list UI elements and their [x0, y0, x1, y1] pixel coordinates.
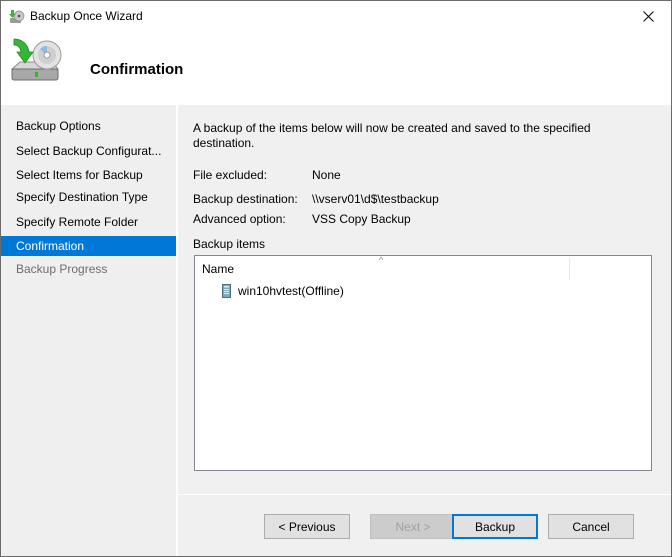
column-header-label: Name: [202, 262, 235, 276]
virtual-machine-icon: [222, 284, 231, 298]
column-header-name[interactable]: ^ Name: [195, 255, 569, 280]
wizard-window: Backup Once Wizard Confirmation Backup O…: [0, 0, 672, 557]
advanced-option-value: VSS Copy Backup: [312, 212, 411, 226]
window-title: Backup Once Wizard: [30, 9, 143, 23]
list-item[interactable]: win10hvtest(Offline): [222, 282, 344, 300]
backup-button[interactable]: Backup: [452, 514, 538, 539]
page-title: Confirmation: [90, 61, 184, 78]
wizard-footer: < Previous Next > Backup Cancel: [178, 495, 671, 556]
step-backup-options[interactable]: Backup Options: [1, 116, 176, 136]
previous-button[interactable]: < Previous: [264, 514, 350, 539]
backup-destination-label: Backup destination:: [193, 192, 298, 206]
wizard-steps-sidebar: Backup Options Select Backup Configurat.…: [1, 105, 176, 556]
close-icon: [642, 11, 654, 22]
title-bar: Backup Once Wizard: [1, 1, 671, 32]
file-excluded-value: None: [312, 168, 341, 182]
cancel-button[interactable]: Cancel: [548, 514, 634, 539]
backup-destination-value: \\vserv01\d$\testbackup: [312, 192, 439, 206]
step-specify-remote-folder[interactable]: Specify Remote Folder: [1, 212, 176, 232]
step-backup-progress: Backup Progress: [16, 262, 108, 276]
backup-items-label: Backup items: [193, 237, 266, 251]
file-excluded-label: File excluded:: [193, 168, 268, 182]
backup-app-icon: [9, 10, 25, 23]
step-confirmation[interactable]: Confirmation: [1, 236, 176, 256]
wizard-header: Confirmation: [1, 32, 671, 105]
list-item-name: win10hvtest(Offline): [238, 284, 344, 298]
step-select-backup-configuration[interactable]: Select Backup Configurat...: [1, 141, 176, 161]
advanced-option-label: Advanced option:: [193, 212, 286, 226]
backup-drive-icon: [10, 38, 62, 81]
backup-items-list[interactable]: ^ Name win10hvtest(Offline): [194, 255, 652, 471]
step-specify-destination-type[interactable]: Specify Destination Type: [1, 187, 176, 207]
next-button: Next >: [370, 514, 456, 539]
sort-ascending-icon: ^: [379, 255, 384, 265]
step-select-items-for-backup[interactable]: Select Items for Backup: [1, 165, 176, 185]
column-divider[interactable]: [569, 258, 570, 280]
confirmation-description: A backup of the items below will now be …: [193, 121, 591, 150]
confirmation-panel: A backup of the items below will now be …: [178, 105, 671, 494]
close-button[interactable]: [625, 1, 671, 32]
